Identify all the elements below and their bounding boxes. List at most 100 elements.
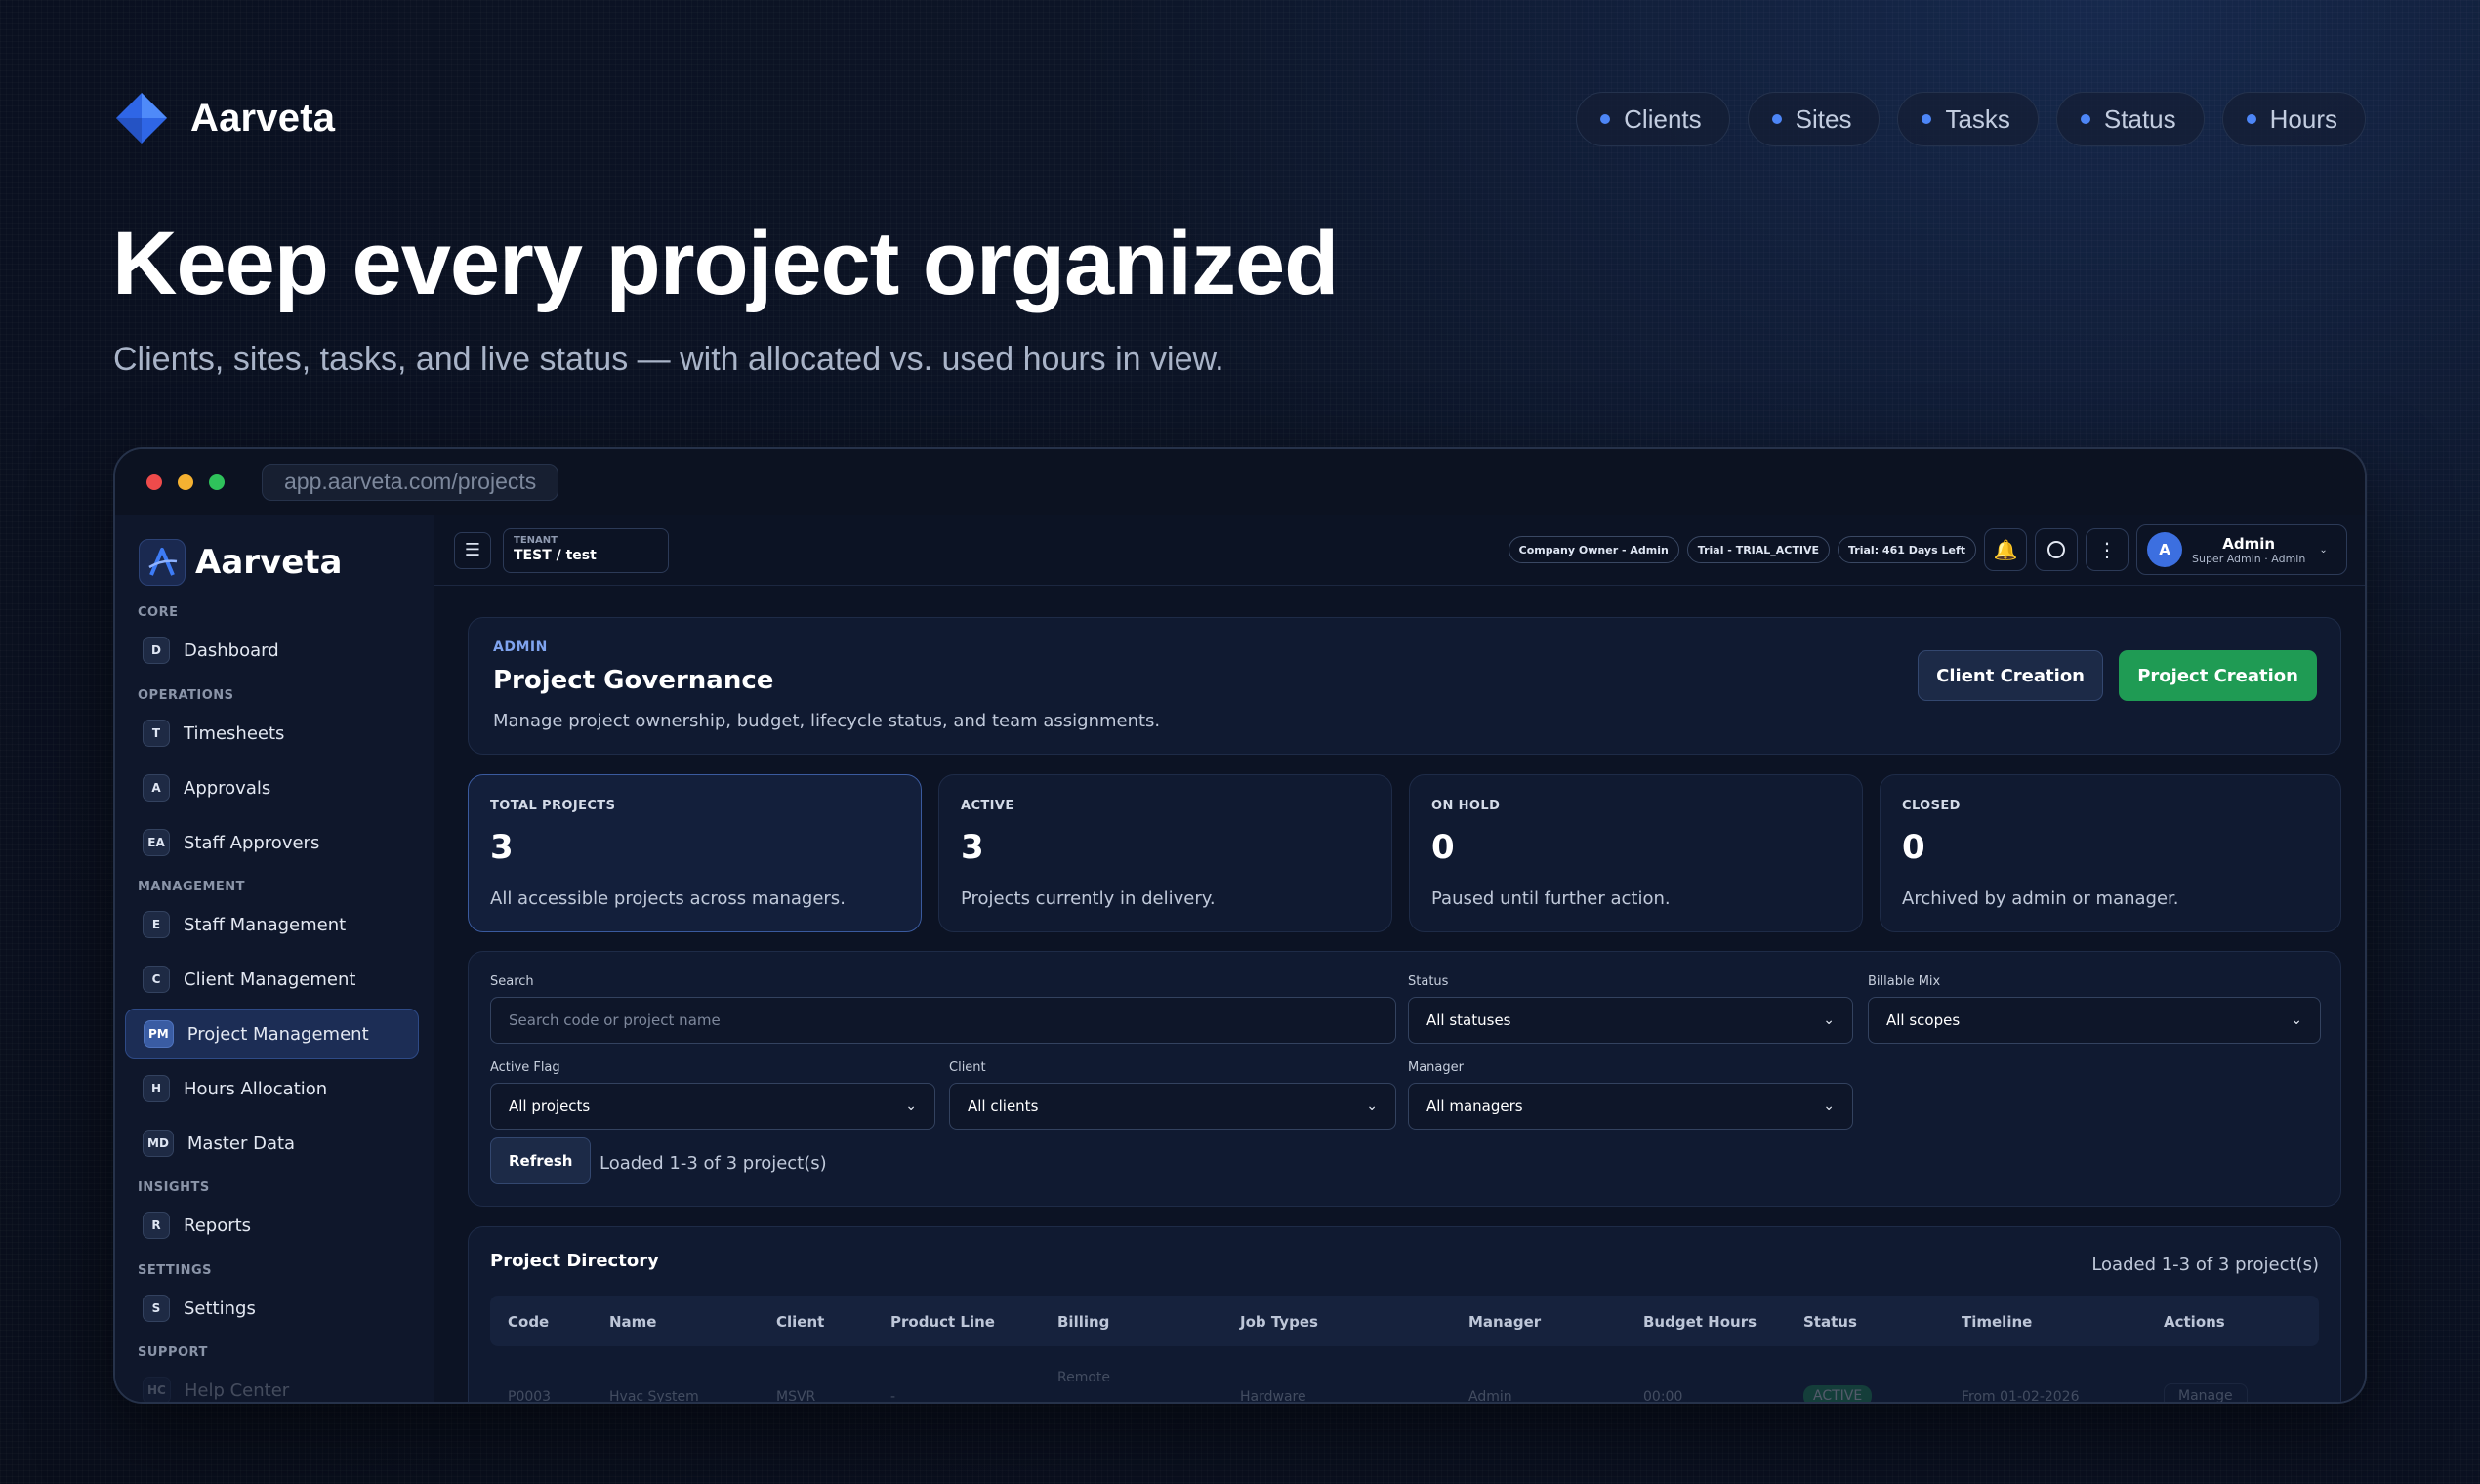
app-shell: Aarveta CORE D Dashboard OPERATIONS T Time… <box>115 515 2365 1402</box>
sidebar-item-timesheets[interactable]: T Timesheets <box>125 708 419 759</box>
col-product-line[interactable]: Product Line <box>890 1313 995 1331</box>
table-header: Code Name Client Product Line Billing Jo… <box>490 1296 2319 1346</box>
manage-button[interactable]: Manage <box>2164 1383 2248 1402</box>
bell-icon[interactable]: 🔔 <box>1984 528 2027 571</box>
pill-label: Status <box>2103 103 2176 134</box>
dot-icon <box>1600 114 1611 124</box>
status-badge: ACTIVE <box>1803 1385 1873 1402</box>
hamburger-menu-icon[interactable]: ☰ <box>454 531 491 569</box>
active-flag-select[interactable]: All projects ⌄ <box>490 1083 935 1130</box>
stat-card-active[interactable]: ACTIVE 3 Projects currently in delivery. <box>938 774 1392 932</box>
billable-mix-label: Billable Mix <box>1868 974 1941 989</box>
col-code[interactable]: Code <box>508 1313 549 1331</box>
manager-select[interactable]: All managers ⌄ <box>1408 1083 1853 1130</box>
sidebar-item-label: Master Data <box>186 1133 296 1154</box>
sidebar-item-help-center[interactable]: HC Help Center <box>125 1365 419 1402</box>
page-title: Project Governance <box>493 666 774 695</box>
sidebar-item-master-data[interactable]: MD Master Data <box>125 1118 419 1169</box>
col-manager[interactable]: Manager <box>1468 1313 1541 1331</box>
sidebar-item-dashboard[interactable]: D Dashboard <box>125 625 419 676</box>
sidebar-item-client-management[interactable]: C Client Management <box>125 954 419 1005</box>
sidebar-item-approvals[interactable]: A Approvals <box>125 763 419 813</box>
col-status[interactable]: Status <box>1803 1313 1857 1331</box>
sidebar-item-project-management[interactable]: PM Project Management <box>125 1009 419 1059</box>
col-client[interactable]: Client <box>776 1313 824 1331</box>
pill-tasks[interactable]: Tasks <box>1897 92 2039 146</box>
stat-label: CLOSED <box>1902 799 1961 813</box>
site-brand[interactable]: Aarveta <box>114 91 335 145</box>
trial-days-chip: Trial: 461 Days Left <box>1838 536 1976 563</box>
search-input[interactable]: Search code or project name <box>490 997 1396 1044</box>
refresh-button[interactable]: Refresh <box>490 1137 592 1184</box>
col-billing[interactable]: Billing <box>1057 1313 1109 1331</box>
cell-name: Hvac System <box>609 1389 699 1404</box>
pill-status[interactable]: Status <box>2055 92 2205 146</box>
pill-clients[interactable]: Clients <box>1576 92 1730 146</box>
url-bar[interactable]: app.aarveta.com/projects <box>262 463 559 501</box>
stat-description: Archived by admin or manager. <box>1902 888 2179 909</box>
cell-budget: 00:00 <box>1643 1389 1683 1404</box>
loaded-count: Loaded 1-3 of 3 project(s) <box>599 1153 827 1174</box>
col-job-types[interactable]: Job Types <box>1240 1313 1318 1331</box>
section-insights: INSIGHTS <box>138 1180 210 1195</box>
pill-label: Hours <box>2269 103 2337 134</box>
status-select[interactable]: All statuses ⌄ <box>1408 997 1853 1044</box>
section-core: CORE <box>138 605 179 620</box>
col-actions[interactable]: Actions <box>2164 1313 2225 1331</box>
dashboard-badge-icon: D <box>143 637 170 664</box>
col-name[interactable]: Name <box>609 1313 656 1331</box>
stat-card-on-hold[interactable]: ON HOLD 0 Paused until further action. <box>1409 774 1863 932</box>
sidebar-item-settings[interactable]: S Settings <box>125 1283 419 1334</box>
browser-window: app.aarveta.com/projects Aarveta CORE DD… <box>113 447 2367 1404</box>
dot-icon <box>2080 114 2090 124</box>
pill-hours[interactable]: Hours <box>2221 92 2366 146</box>
col-timeline[interactable]: Timeline <box>1962 1313 2032 1331</box>
status-label: Status <box>1408 974 1449 989</box>
project-creation-button[interactable]: Project Creation <box>2119 650 2317 701</box>
app-topbar: ☰ TENANT TEST / test Company Owner - Adm… <box>434 515 2365 586</box>
close-dot-icon[interactable] <box>146 474 162 490</box>
client-creation-button[interactable]: Client Creation <box>1918 650 2103 701</box>
user-role: Super Admin · Admin <box>2192 552 2306 565</box>
feature-pills: Clients Sites Tasks Status Hours <box>1576 92 2366 146</box>
sidebar-brand[interactable]: Aarveta <box>139 539 342 586</box>
stat-card-total[interactable]: TOTAL PROJECTS 3 All accessible projects… <box>468 774 922 932</box>
chevron-down-icon: ⌄ <box>1823 1098 1835 1114</box>
billable-mix-select[interactable]: All scopes ⌄ <box>1868 997 2321 1044</box>
sidebar-item-label: Project Management <box>186 1023 369 1045</box>
pill-sites[interactable]: Sites <box>1747 92 1881 146</box>
stat-value: 3 <box>961 828 984 867</box>
aarveta-logo-icon <box>139 539 186 586</box>
sidebar-item-label: Staff Management <box>184 914 347 935</box>
cell-timeline: From 01-02-2026 <box>1962 1389 2080 1404</box>
tenant-selector[interactable]: TENANT TEST / test <box>503 527 669 573</box>
stat-description: Projects currently in delivery. <box>961 888 1216 909</box>
sidebar-item-staff-approvers[interactable]: EA Staff Approvers <box>125 817 419 868</box>
theme-toggle-icon[interactable] <box>2035 528 2078 571</box>
pill-label: Tasks <box>1945 103 2010 134</box>
stat-description: Paused until further action. <box>1431 888 1671 909</box>
minimize-dot-icon[interactable] <box>178 474 193 490</box>
sidebar-item-hours-allocation[interactable]: H Hours Allocation <box>125 1063 419 1114</box>
active-flag-value: All projects <box>509 1097 591 1115</box>
maximize-dot-icon[interactable] <box>209 474 225 490</box>
section-operations: OPERATIONS <box>138 688 234 703</box>
section-settings: SETTINGS <box>138 1263 213 1278</box>
active-flag-label: Active Flag <box>490 1060 560 1075</box>
project-management-badge-icon: PM <box>144 1020 174 1048</box>
sidebar-item-staff-management[interactable]: E Staff Management <box>125 899 419 950</box>
user-menu[interactable]: A Admin Super Admin · Admin ⌄ <box>2136 524 2347 575</box>
chevron-down-icon: ⌄ <box>2319 544 2328 556</box>
more-vertical-icon[interactable]: ⋮ <box>2086 528 2129 571</box>
col-budget-hours[interactable]: Budget Hours <box>1643 1313 1757 1331</box>
sidebar-item-reports[interactable]: R Reports <box>125 1200 419 1251</box>
cell-client: MSVR <box>776 1389 816 1404</box>
stat-card-closed[interactable]: CLOSED 0 Archived by admin or manager. <box>1880 774 2341 932</box>
tenant-value: TEST / test <box>514 547 597 563</box>
dot-icon <box>2246 114 2256 124</box>
client-label: Client <box>949 1060 986 1075</box>
client-select[interactable]: All clients ⌄ <box>949 1083 1396 1130</box>
table-row[interactable]: P0003 Hvac System MSVR - Remote Hardware… <box>490 1352 2319 1404</box>
help-center-badge-icon: HC <box>143 1377 171 1402</box>
brand-name: Aarveta <box>190 96 336 140</box>
